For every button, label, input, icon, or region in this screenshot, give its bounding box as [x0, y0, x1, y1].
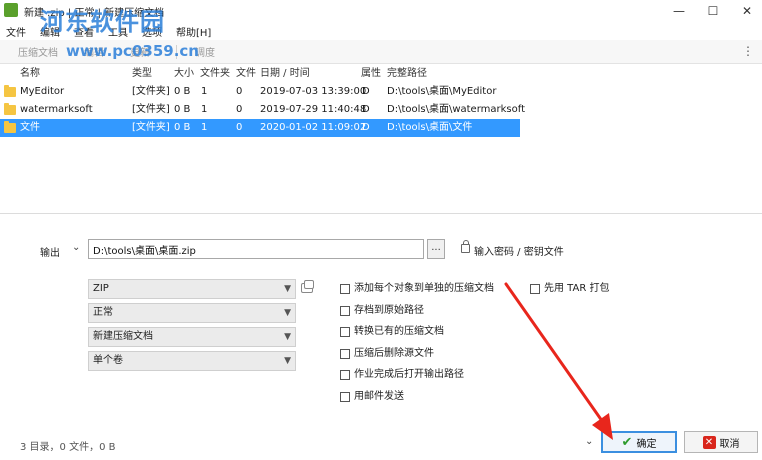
cell-date: 2019-07-29 11:40:48 — [260, 104, 367, 115]
volume-select-value: 单个卷 — [93, 355, 123, 366]
cell-type: [文件夹] — [132, 122, 170, 133]
cell-attr: D — [362, 122, 370, 133]
cell-size: 0 B — [174, 86, 191, 97]
format-select-value: ZIP — [93, 283, 109, 294]
checkbox-label: 作业完成后打开输出路径 — [354, 369, 464, 380]
cancel-button[interactable]: ✕ 取消 — [684, 431, 758, 453]
checkbox-box[interactable] — [340, 392, 350, 402]
level-select[interactable]: 正常 ▼ — [88, 303, 296, 323]
table-row[interactable]: MyEditor [文件夹] 0 B 1 0 2019-07-03 13:39:… — [0, 83, 520, 101]
checkbox-label: 先用 TAR 打包 — [544, 283, 610, 294]
column-header-size[interactable]: 大小 — [174, 66, 194, 82]
mode-select-value: 新建压缩文档 — [93, 331, 153, 342]
table-row-selected[interactable]: 文件 [文件夹] 0 B 1 0 2020-01-02 11:09:02 D D… — [0, 119, 520, 137]
chevron-down-icon: ▼ — [284, 356, 291, 366]
checkbox-box[interactable] — [340, 306, 350, 316]
column-header-name[interactable]: 名称 — [20, 66, 40, 82]
password-keyfile-link[interactable]: 输入密码 / 密钥文件 — [474, 243, 564, 258]
cell-attr: D — [362, 86, 370, 97]
cell-path: D:\tools\桌面\MyEditor — [387, 86, 497, 97]
copy-icon[interactable] — [301, 280, 314, 293]
cell-name: 文件 — [20, 122, 40, 133]
file-list: 名称 类型 大小 文件夹 文件 日期 / 时间 属性 完整路径 MyEditor… — [0, 66, 762, 212]
browse-button[interactable]: ... — [427, 239, 445, 259]
annotation-arrow-shaft — [504, 282, 609, 430]
cell-size: 0 B — [174, 122, 191, 133]
cell-name: watermarksoft — [20, 104, 93, 115]
format-select[interactable]: ZIP ▼ — [88, 279, 296, 299]
column-header-type[interactable]: 类型 — [132, 66, 152, 82]
cell-files: 0 — [236, 104, 243, 115]
toolbar-archive-button[interactable]: 压缩文档 — [18, 44, 58, 59]
checkbox-label: 压缩后删除源文件 — [354, 348, 434, 359]
cell-path: D:\tools\桌面\文件 — [387, 122, 473, 133]
maximize-button[interactable]: ☐ — [698, 0, 728, 22]
output-path-input[interactable] — [88, 239, 424, 259]
checkbox-label: 用邮件发送 — [354, 391, 404, 402]
cancel-button-label: 取消 — [719, 438, 740, 450]
level-select-value: 正常 — [93, 307, 113, 318]
app-icon — [4, 3, 18, 17]
table-row[interactable]: watermarksoft [文件夹] 0 B 1 0 2019-07-29 1… — [0, 101, 525, 119]
cell-path: D:\tools\桌面\watermarksoft — [387, 104, 526, 115]
checkbox-box[interactable] — [340, 349, 350, 359]
watermark-url: www.pc0359.cn — [66, 42, 199, 60]
cell-date: 2020-01-02 11:09:02 — [260, 122, 367, 133]
folder-icon — [4, 85, 16, 97]
column-header-folders[interactable]: 文件夹 — [200, 66, 230, 82]
cell-folders: 1 — [201, 104, 208, 115]
cell-folders: 1 — [201, 122, 208, 133]
chevron-down-icon: ▼ — [284, 284, 291, 294]
checkbox-box[interactable] — [340, 370, 350, 380]
checkbox-label: 转换已有的压缩文档 — [354, 326, 444, 337]
checkbox-label: 添加每个对象到单独的压缩文档 — [354, 283, 494, 294]
cell-attr: D — [362, 104, 370, 115]
chevron-down-icon[interactable]: ⌄ — [72, 242, 80, 253]
cell-files: 0 — [236, 122, 243, 133]
folder-icon — [4, 121, 16, 133]
cell-size: 0 B — [174, 104, 191, 115]
volume-select[interactable]: 单个卷 ▼ — [88, 351, 296, 371]
ok-button[interactable]: ✔ 确定 — [601, 431, 677, 453]
more-options-icon[interactable]: ⋮ — [742, 44, 754, 58]
output-label: 输出 — [40, 248, 60, 259]
column-header-files[interactable]: 文件 — [236, 66, 256, 82]
cell-files: 0 — [236, 86, 243, 97]
chevron-down-icon: ▼ — [284, 308, 291, 318]
close-icon: ✕ — [702, 435, 716, 449]
menu-file[interactable]: 文件 — [6, 24, 26, 39]
cell-date: 2019-07-03 13:39:00 — [260, 86, 367, 97]
column-header-path[interactable]: 完整路径 — [387, 66, 427, 82]
minimize-button[interactable]: — — [664, 0, 694, 22]
panel-divider[interactable] — [0, 213, 762, 214]
check-icon: ✔ — [621, 434, 633, 450]
lock-icon — [461, 240, 470, 253]
chevron-down-icon[interactable]: ⌄ — [585, 436, 593, 447]
status-text: 3 目录，0 文件，0 B — [20, 442, 116, 453]
checkbox-box[interactable] — [340, 284, 350, 294]
column-header-date[interactable]: 日期 / 时间 — [260, 66, 310, 82]
ok-button-label: 确定 — [636, 438, 657, 450]
cell-type: [文件夹] — [132, 104, 170, 115]
mode-select[interactable]: 新建压缩文档 ▼ — [88, 327, 296, 347]
watermark-logo: 河东软件园 — [40, 8, 165, 36]
cell-folders: 1 — [201, 86, 208, 97]
checkbox-label: 存档到原始路径 — [354, 305, 424, 316]
menu-help[interactable]: 帮助[H] — [176, 24, 211, 39]
checkbox-box[interactable] — [340, 327, 350, 337]
chevron-down-icon: ▼ — [284, 332, 291, 342]
close-button[interactable]: ✕ — [732, 0, 762, 22]
column-header-attr[interactable]: 属性 — [361, 66, 381, 82]
cell-name: MyEditor — [20, 86, 65, 97]
cell-type: [文件夹] — [132, 86, 170, 97]
checkbox-box[interactable] — [530, 284, 540, 294]
folder-icon — [4, 103, 16, 115]
